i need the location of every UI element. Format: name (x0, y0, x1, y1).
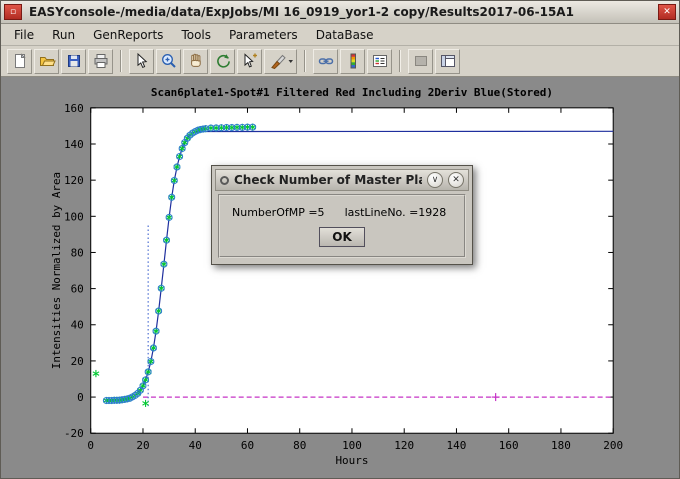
save-figure-button[interactable] (61, 49, 86, 74)
insert-colorbar-button[interactable] (340, 49, 365, 74)
dialog-title: Check Number of Master Pla (234, 173, 422, 187)
svg-text:100: 100 (64, 210, 84, 223)
svg-text:140: 140 (64, 138, 84, 151)
brush-button[interactable] (264, 49, 297, 74)
dialog-titlebar[interactable]: Check Number of Master Pla ∨ ✕ (215, 169, 469, 191)
window-title: EASYconsole-/media/data/ExpJobs/MI 16_09… (29, 5, 651, 19)
number-of-mp-value: NumberOfMP =5 (232, 206, 325, 219)
menu-run[interactable]: Run (43, 26, 84, 44)
edit-plot-icon (133, 52, 151, 70)
insert-legend-icon (371, 52, 389, 70)
menu-tools[interactable]: Tools (172, 26, 220, 44)
easyconsole-window: ▫ EASYconsole-/media/data/ExpJobs/MI 16_… (0, 0, 680, 479)
dialog-close-button[interactable]: ✕ (448, 172, 464, 188)
figure-area: 020406080100120140160180200-200204060801… (1, 77, 679, 478)
svg-text:60: 60 (71, 283, 84, 296)
show-plot-tools-button[interactable] (435, 49, 460, 74)
rotate-3d-button[interactable] (210, 49, 235, 74)
svg-text:160: 160 (64, 102, 84, 115)
svg-text:0: 0 (77, 391, 84, 404)
link-plot-icon (317, 52, 335, 70)
pan-button[interactable] (183, 49, 208, 74)
rotate-3d-icon (214, 52, 232, 70)
zoom-in-icon (160, 52, 178, 70)
window-close-button[interactable]: ✕ (658, 4, 676, 20)
menu-parameters[interactable]: Parameters (220, 26, 307, 44)
insert-legend-button[interactable] (367, 49, 392, 74)
svg-text:-20: -20 (64, 427, 84, 440)
check-master-plates-dialog: Check Number of Master Pla ∨ ✕ NumberOfM… (211, 165, 473, 265)
toolbar-separator (120, 50, 122, 72)
print-figure-button[interactable] (88, 49, 113, 74)
dialog-collapse-button[interactable]: ∨ (427, 172, 443, 188)
svg-text:120: 120 (394, 439, 414, 452)
last-line-no-value: lastLineNo. =1928 (345, 206, 447, 219)
toolbar-separator (304, 50, 306, 72)
ok-button[interactable]: OK (319, 227, 365, 247)
dialog-icon (220, 176, 229, 185)
svg-text:40: 40 (71, 319, 84, 332)
svg-text:40: 40 (189, 439, 202, 452)
brush-icon (268, 52, 294, 70)
print-figure-icon (92, 52, 110, 70)
edit-plot-button[interactable] (129, 49, 154, 74)
svg-text:Hours: Hours (335, 454, 368, 467)
dialog-message: NumberOfMP =5 lastLineNo. =1928 (232, 206, 456, 219)
show-plot-tools-icon (439, 52, 457, 70)
new-figure-button[interactable] (7, 49, 32, 74)
menu-genreports[interactable]: GenReports (84, 26, 172, 44)
hide-plot-tools-button[interactable] (408, 49, 433, 74)
svg-text:20: 20 (71, 355, 84, 368)
menu-bar: FileRunGenReportsToolsParametersDataBase (1, 24, 679, 46)
svg-text:80: 80 (293, 439, 306, 452)
window-menu-button[interactable]: ▫ (4, 4, 22, 20)
save-figure-icon (65, 52, 83, 70)
svg-text:80: 80 (71, 246, 84, 259)
svg-text:200: 200 (603, 439, 623, 452)
menu-file[interactable]: File (5, 26, 43, 44)
svg-text:Intensities Normalized by Area: Intensities Normalized by Area (50, 172, 63, 369)
dialog-body: NumberOfMP =5 lastLineNo. =1928 OK (218, 194, 466, 258)
svg-text:160: 160 (499, 439, 519, 452)
new-figure-icon (11, 52, 29, 70)
menu-database[interactable]: DataBase (307, 26, 383, 44)
zoom-in-button[interactable] (156, 49, 181, 74)
data-cursor-button[interactable] (237, 49, 262, 74)
svg-text:180: 180 (551, 439, 571, 452)
svg-text:140: 140 (447, 439, 467, 452)
toolbar-separator (399, 50, 401, 72)
open-file-icon (38, 52, 56, 70)
svg-text:100: 100 (342, 439, 362, 452)
window-titlebar[interactable]: ▫ EASYconsole-/media/data/ExpJobs/MI 16_… (1, 1, 679, 24)
svg-text:Scan6plate1-Spot#1 Filtered Re: Scan6plate1-Spot#1 Filtered Red Includin… (151, 86, 553, 99)
svg-text:120: 120 (64, 174, 84, 187)
svg-text:0: 0 (87, 439, 94, 452)
svg-text:20: 20 (136, 439, 149, 452)
open-file-button[interactable] (34, 49, 59, 74)
svg-text:60: 60 (241, 439, 254, 452)
hide-plot-tools-icon (412, 52, 430, 70)
link-plot-button[interactable] (313, 49, 338, 74)
insert-colorbar-icon (344, 52, 362, 70)
data-cursor-icon (241, 52, 259, 70)
chart[interactable]: 020406080100120140160180200-200204060801… (1, 77, 679, 478)
toolbar (1, 46, 679, 77)
pan-icon (187, 52, 205, 70)
